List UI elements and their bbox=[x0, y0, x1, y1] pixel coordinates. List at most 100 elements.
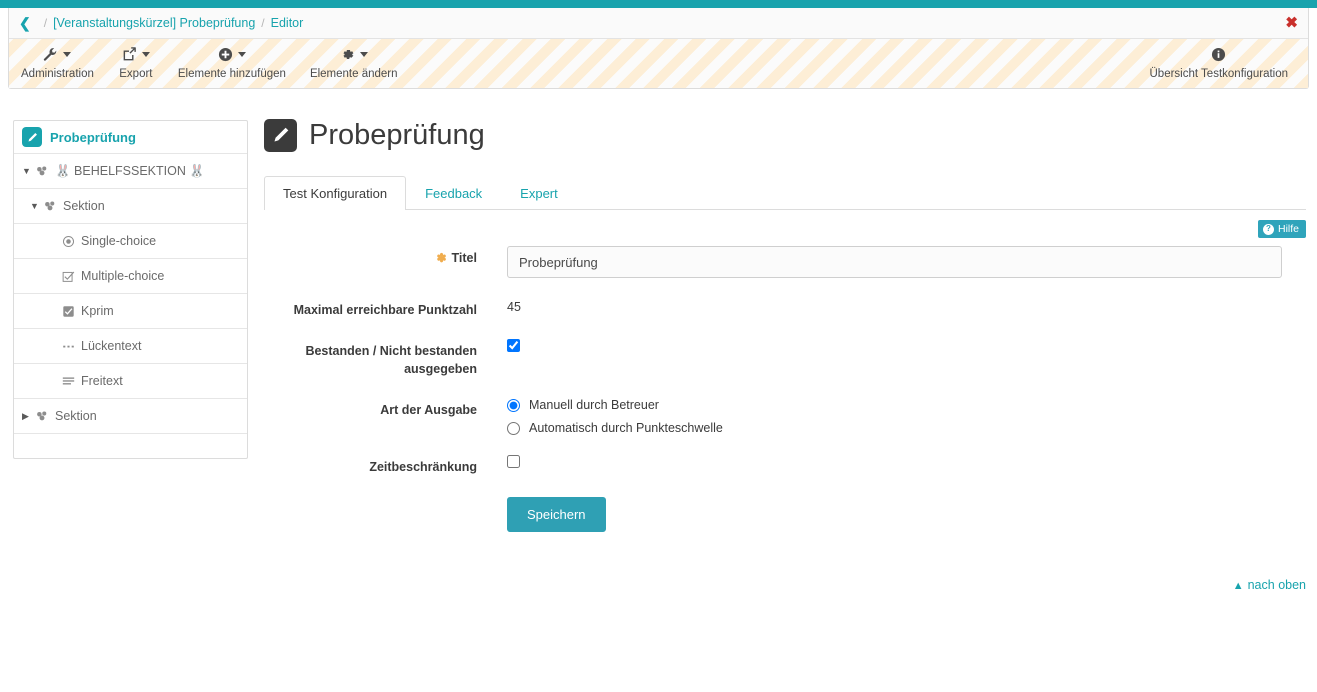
tab-expert[interactable]: Expert bbox=[501, 176, 577, 210]
question-circle-icon: ? bbox=[1262, 223, 1274, 235]
toolbar-label-add-elements: Elemente hinzufügen bbox=[177, 68, 286, 80]
breadcrumb-separator-0: / bbox=[43, 16, 48, 30]
chevron-down-icon bbox=[141, 51, 150, 57]
label-actions-spacer bbox=[264, 497, 507, 532]
wrench-icon bbox=[43, 43, 72, 65]
title-input[interactable] bbox=[507, 246, 1282, 278]
tree-item-lueckentext[interactable]: Lückentext bbox=[14, 329, 247, 364]
radio-icon bbox=[62, 235, 75, 248]
label-output-type: Art der Ausgabe bbox=[380, 403, 477, 418]
pencil-icon bbox=[22, 127, 42, 147]
twisty-right-icon[interactable]: ▶ bbox=[22, 411, 35, 422]
section-icon bbox=[43, 199, 57, 213]
pass-fail-checkbox[interactable] bbox=[507, 339, 520, 353]
tree-footer-spacer bbox=[14, 434, 247, 458]
tree-item-kprim[interactable]: Kprim bbox=[14, 294, 247, 329]
tree-root-probepruefung[interactable]: Probeprüfung bbox=[14, 121, 247, 154]
form-row-time-limit: Zeitbeschränkung bbox=[264, 455, 1306, 476]
field-actions: Speichern bbox=[507, 496, 1306, 532]
top-accent-bar bbox=[0, 0, 1317, 8]
test-configuration-form: ✽Titel Maximal erreichbare Punktzahl 45 … bbox=[264, 246, 1306, 532]
label-title-text: Titel bbox=[451, 251, 477, 265]
field-time-limit bbox=[507, 455, 1306, 476]
section-icon bbox=[35, 409, 49, 423]
toolbar-item-export[interactable]: Export bbox=[106, 43, 166, 80]
back-to-top-link[interactable]: ▲ nach oben bbox=[264, 578, 1306, 592]
radio-option-automatic[interactable]: Automatisch durch Punkteschwelle bbox=[507, 421, 1306, 435]
plus-circle-icon bbox=[218, 43, 246, 65]
tree-item-sektion-2[interactable]: ▶ Sektion bbox=[14, 399, 247, 434]
pencil-icon bbox=[264, 118, 297, 152]
toolbar-item-edit-elements[interactable]: Elemente ändern bbox=[298, 43, 410, 80]
help-button[interactable]: ? Hilfe bbox=[1257, 220, 1306, 238]
radio-manual-input[interactable] bbox=[507, 398, 520, 412]
breadcrumb: ❮ / [Veranstaltungskürzel] Probeprüfung … bbox=[9, 8, 1308, 39]
gear-icon bbox=[340, 43, 368, 65]
lines-icon bbox=[62, 375, 75, 388]
tree-item-label: Lückentext bbox=[81, 339, 142, 353]
radio-option-manual[interactable]: Manuell durch Betreuer bbox=[507, 398, 1306, 412]
toolbar-item-administration[interactable]: Administration bbox=[9, 43, 106, 80]
help-label: Hilfe bbox=[1277, 223, 1299, 235]
toolbar-label-edit-elements: Elemente ändern bbox=[309, 68, 398, 80]
tree-item-label: Sektion bbox=[55, 409, 97, 423]
form-row-title: ✽ Titel bbox=[264, 246, 1306, 278]
value-max-points: 45 bbox=[507, 300, 521, 314]
toolbar-label-export: Export bbox=[119, 68, 153, 80]
toolbar-item-test-config-overview[interactable]: Übersicht Testkonfiguration bbox=[1138, 43, 1301, 80]
chevron-down-icon bbox=[359, 51, 368, 57]
export-icon bbox=[122, 43, 150, 65]
tree-item-label: Freitext bbox=[81, 374, 123, 388]
toolbar-label-administration: Administration bbox=[21, 68, 94, 80]
radio-automatic-input[interactable] bbox=[507, 421, 520, 435]
tree-item-single-choice[interactable]: Single-choice bbox=[14, 224, 247, 259]
page-header: Probeprüfung bbox=[264, 112, 1306, 158]
form-row-actions: Speichern bbox=[264, 496, 1306, 532]
element-tree-sidebar: Probeprüfung ▼ 🐰 BEHELFSSEKTION 🐰 ▼ Sekt… bbox=[13, 120, 248, 459]
tab-bar: Test Konfiguration Feedback Expert bbox=[264, 174, 1306, 210]
tree-item-label: 🐰 BEHELFSSEKTION 🐰 bbox=[55, 163, 205, 178]
toolbar-item-add-elements[interactable]: Elemente hinzufügen bbox=[166, 43, 298, 80]
section-icon bbox=[35, 164, 49, 178]
tree-item-behelfssektion[interactable]: ▼ 🐰 BEHELFSSEKTION 🐰 bbox=[14, 154, 247, 189]
label-max-points: Maximal erreichbare Punktzahl bbox=[293, 303, 477, 317]
action-toolbar: Administration Export Elemente hinzufüge… bbox=[9, 39, 1308, 88]
required-marker-icon: ✽ bbox=[436, 251, 447, 265]
form-row-pass-fail: Bestanden / Nicht bestanden ausgegeben bbox=[264, 339, 1306, 378]
back-to-top-label: nach oben bbox=[1247, 578, 1306, 592]
tab-test-konfiguration[interactable]: Test Konfiguration bbox=[264, 176, 407, 210]
tree-root-label: Probeprüfung bbox=[50, 129, 136, 145]
chevron-down-icon bbox=[237, 51, 246, 57]
tree-item-label: Kprim bbox=[81, 304, 114, 318]
label-time-limit: Zeitbeschränkung bbox=[369, 460, 477, 475]
time-limit-checkbox[interactable] bbox=[507, 455, 520, 469]
back-chevron-icon[interactable]: ❮ bbox=[19, 16, 31, 30]
tree-item-multiple-choice[interactable]: Multiple-choice bbox=[14, 259, 247, 294]
breadcrumb-separator-1: / bbox=[261, 16, 265, 30]
field-max-points: 45 bbox=[507, 298, 1306, 319]
label-pass-fail: Bestanden / Nicht bestanden ausgegeben bbox=[305, 344, 477, 377]
tree-item-label: Sektion bbox=[63, 199, 105, 213]
tree-item-freitext[interactable]: Freitext bbox=[14, 364, 247, 399]
breadcrumb-item-editor[interactable]: Editor bbox=[271, 16, 304, 30]
checkbox-filled-icon bbox=[62, 305, 75, 318]
save-button[interactable]: Speichern bbox=[507, 496, 606, 532]
toolbar-label-test-config-overview: Übersicht Testkonfiguration bbox=[1149, 68, 1289, 80]
field-output-type: Manuell durch Betreuer Automatisch durch… bbox=[507, 398, 1306, 435]
page-title: Probeprüfung bbox=[309, 118, 485, 151]
field-pass-fail bbox=[507, 339, 1306, 378]
tree-item-label: Single-choice bbox=[81, 234, 157, 248]
form-row-max-points: Maximal erreichbare Punktzahl 45 bbox=[264, 298, 1306, 319]
checkbox-outline-icon bbox=[62, 270, 75, 283]
help-badge-row: ? Hilfe bbox=[264, 220, 1306, 238]
field-title bbox=[507, 246, 1306, 278]
breadcrumb-item-course[interactable]: [Veranstaltungskürzel] Probeprüfung bbox=[53, 16, 255, 30]
form-row-output-type: Art der Ausgabe Manuell durch Betreuer A… bbox=[264, 398, 1306, 435]
chevron-down-icon bbox=[63, 51, 72, 57]
tab-feedback[interactable]: Feedback bbox=[406, 176, 501, 210]
radio-manual-label: Manuell durch Betreuer bbox=[529, 398, 659, 413]
twisty-down-icon[interactable]: ▼ bbox=[22, 166, 35, 176]
twisty-down-icon[interactable]: ▼ bbox=[30, 201, 43, 211]
close-icon[interactable]: ✖ bbox=[1285, 16, 1298, 31]
tree-item-sektion-1[interactable]: ▼ Sektion bbox=[14, 189, 247, 224]
